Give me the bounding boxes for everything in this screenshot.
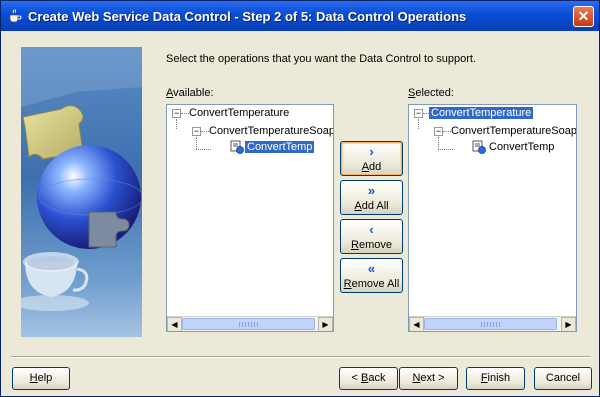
double-chevron-left-icon: « (367, 261, 376, 276)
next-button[interactable]: Next > (399, 367, 458, 390)
available-tree[interactable]: − ConvertTemperature − ConvertTemperatur… (166, 104, 334, 332)
footer-separator (11, 356, 591, 358)
selected-label: Selected: (408, 87, 454, 99)
close-button[interactable]: ✕ (573, 6, 594, 27)
double-chevron-right-icon: » (367, 183, 376, 198)
finish-button[interactable]: Finish (466, 367, 525, 390)
tree-node-operation[interactable]: ConvertTemp (245, 140, 315, 155)
cancel-button[interactable]: Cancel (534, 367, 592, 390)
arrow-left-icon: ◀ (413, 320, 420, 329)
selected-tree[interactable]: − ConvertTemperature − ConvertTemperatur… (408, 104, 577, 332)
coffee-cup-icon (9, 9, 22, 23)
scroll-left-button[interactable]: ◀ (167, 317, 182, 331)
chevron-left-icon: ‹ (369, 222, 374, 237)
tree-node-root[interactable]: ConvertTemperature (429, 106, 534, 121)
scroll-thumb[interactable] (424, 318, 557, 330)
instruction-text: Select the operations that you want the … (166, 53, 477, 65)
dialog-window: Create Web Service Data Control - Step 2… (0, 0, 600, 397)
help-button[interactable]: Help (12, 367, 70, 390)
collapse-toggle[interactable]: − (434, 127, 443, 136)
close-icon: ✕ (577, 8, 590, 24)
tree-node-operation[interactable]: ConvertTemp (489, 140, 554, 155)
operation-icon (472, 140, 486, 154)
wizard-illustration (21, 47, 142, 337)
scroll-right-button[interactable]: ▶ (561, 317, 576, 331)
available-label: Available: (166, 87, 214, 99)
tree-node-root[interactable]: ConvertTemperature (189, 106, 289, 121)
operation-icon (230, 140, 244, 154)
chevron-right-icon: › (369, 144, 374, 159)
title-bar[interactable]: Create Web Service Data Control - Step 2… (1, 1, 599, 31)
remove-all-button[interactable]: « Remove All (340, 258, 403, 293)
collapse-toggle[interactable]: − (172, 109, 181, 118)
horizontal-scrollbar[interactable]: ◀ ▶ (167, 316, 333, 331)
collapse-toggle[interactable]: − (192, 127, 201, 136)
tree-node-service[interactable]: ConvertTemperatureSoap (451, 124, 576, 139)
add-button[interactable]: › Add (340, 141, 403, 176)
collapse-toggle[interactable]: − (414, 109, 423, 118)
arrow-right-icon: ▶ (565, 320, 572, 329)
tree-node-service[interactable]: ConvertTemperatureSoap (209, 124, 333, 139)
add-all-button[interactable]: » Add All (340, 180, 403, 215)
horizontal-scrollbar[interactable]: ◀ ▶ (409, 316, 576, 331)
arrow-right-icon: ▶ (322, 320, 329, 329)
arrow-left-icon: ◀ (171, 320, 178, 329)
scroll-left-button[interactable]: ◀ (409, 317, 424, 331)
globe-puzzle-illustration-icon (21, 47, 142, 311)
remove-button[interactable]: ‹ Remove (340, 219, 403, 254)
scroll-right-button[interactable]: ▶ (318, 317, 333, 331)
back-button[interactable]: < Back (339, 367, 398, 390)
scroll-thumb[interactable] (182, 318, 315, 330)
window-title: Create Web Service Data Control - Step 2… (28, 9, 467, 24)
